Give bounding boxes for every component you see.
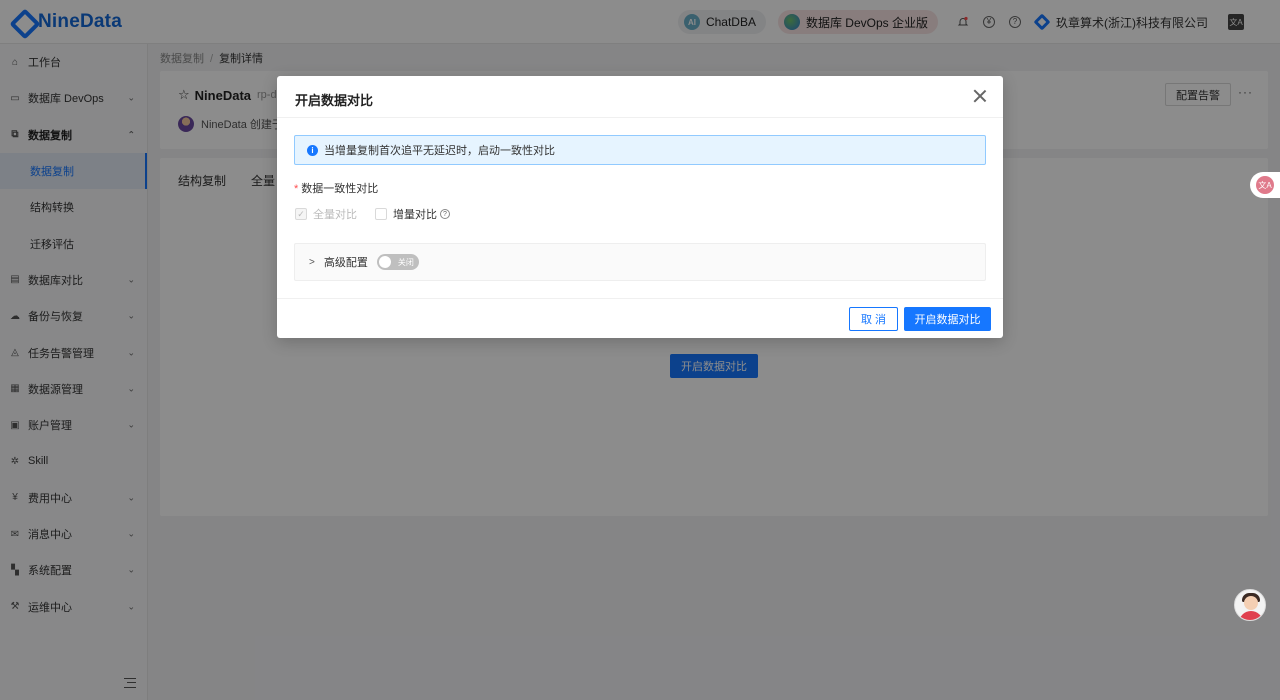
advanced-config-panel[interactable]: > 高级配置 关闭 — [294, 243, 986, 281]
full-compare-label: 全量对比 — [313, 209, 357, 221]
close-icon[interactable] — [973, 89, 987, 103]
full-compare-checkbox[interactable]: ✓ — [295, 208, 307, 220]
confirm-enable-compare-button[interactable]: 开启数据对比 — [904, 307, 991, 331]
compare-field-label: * 数据一致性对比 — [294, 180, 378, 196]
field-label-text: 数据一致性对比 — [301, 183, 379, 195]
modal-header: 开启数据对比 — [277, 76, 1003, 118]
modal-title: 开启数据对比 — [295, 93, 374, 108]
question-circle-icon[interactable]: ? — [440, 209, 450, 219]
info-icon: i — [307, 144, 318, 156]
info-alert: i 当增量复制首次追平无延迟时，启动一致性对比 — [294, 135, 986, 165]
translate-widget[interactable]: 文A — [1250, 172, 1280, 198]
translate-icon: 文A — [1256, 176, 1274, 194]
advanced-config-label: 高级配置 — [323, 257, 368, 269]
required-icon: * — [294, 183, 299, 195]
incremental-compare-label: 增量对比 — [393, 209, 437, 221]
assistant-body — [1239, 611, 1263, 620]
chevron-right-icon: > — [309, 256, 315, 268]
assistant-avatar[interactable] — [1234, 589, 1266, 621]
switch-label: 关闭 — [397, 257, 414, 267]
compare-options: ✓ 全量对比 增量对比 ? — [295, 206, 450, 222]
alert-text: 当增量复制首次追平无延迟时，启动一致性对比 — [324, 145, 555, 157]
switch-knob — [378, 256, 391, 268]
incremental-compare-checkbox[interactable] — [375, 208, 387, 220]
advanced-config-switch[interactable]: 关闭 — [376, 254, 419, 270]
assistant-face — [1244, 596, 1258, 610]
cancel-button[interactable]: 取 消 — [849, 307, 898, 331]
modal-footer: 取 消 开启数据对比 — [277, 298, 1003, 338]
enable-compare-modal: 开启数据对比 i 当增量复制首次追平无延迟时，启动一致性对比 * 数据一致性对比 … — [277, 76, 1003, 338]
